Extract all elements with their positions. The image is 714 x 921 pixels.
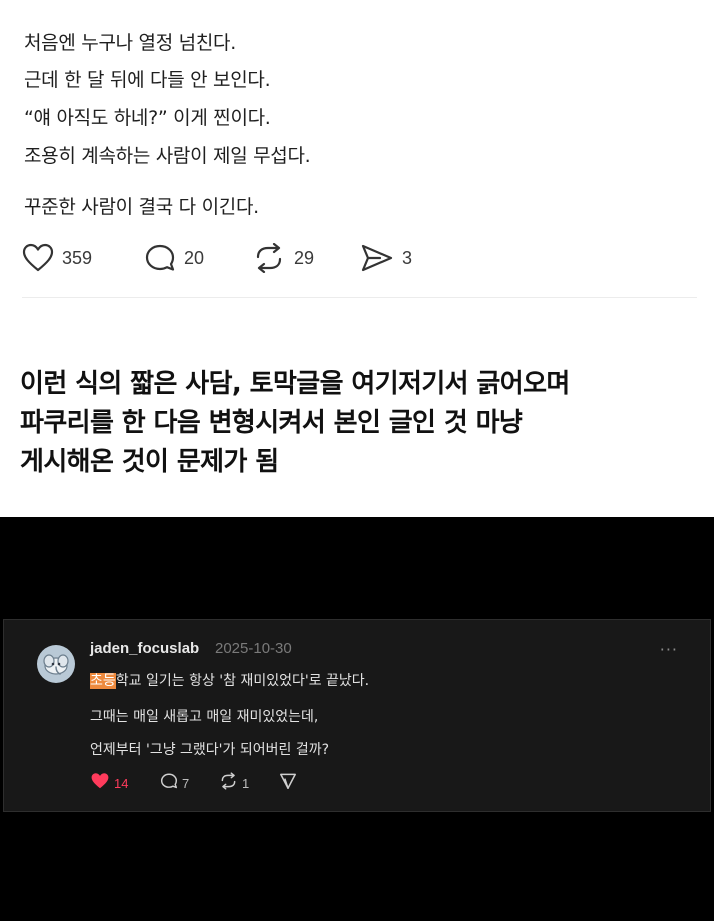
post-text-line: “얘 아직도 하네?” 이게 찐이다. [24, 107, 271, 129]
comment-text-line: 그때는 매일 새롭고 매일 재미있었는데, [90, 709, 319, 725]
avatar[interactable] [37, 645, 75, 683]
share-button[interactable] [279, 771, 297, 795]
comment-text-line: 초등학교 일기는 항상 '참 재미있었다'로 끝났다. [90, 670, 369, 690]
comment-card: jaden_focuslab 2025-10-30 ··· 초등학교 일기는 항… [3, 619, 711, 812]
share-button[interactable]: 3 [360, 240, 412, 276]
send-icon [360, 243, 394, 273]
repost-count: 29 [294, 247, 315, 268]
post-text-line: 처음엔 누구나 열정 넘친다. [24, 32, 236, 54]
heart-icon [22, 243, 54, 273]
comment-button[interactable]: 7 [160, 771, 189, 795]
comment-action-bar: 14 7 1 [90, 771, 350, 795]
post-text-line: 조용히 계속하는 사람이 제일 무섭다. [24, 145, 311, 167]
username[interactable]: jaden_focuslab [90, 640, 199, 657]
comment-count: 20 [184, 247, 205, 268]
post-date: 2025-10-30 [215, 640, 292, 657]
repost-button[interactable]: 29 [252, 240, 314, 276]
divider [22, 297, 697, 298]
comment-text: 학교 일기는 항상 '참 재미있었다'로 끝났다. [115, 673, 370, 689]
dark-screenshot-area: jaden_focuslab 2025-10-30 ··· 초등학교 일기는 항… [0, 517, 714, 921]
comment-count: 7 [182, 775, 190, 791]
post-screenshot: 처음엔 누구나 열정 넘친다. 근데 한 달 뒤에 다들 안 보인다. “얘 아… [0, 0, 714, 517]
like-count: 14 [114, 775, 129, 791]
caption-line: 이런 식의 짧은 사담, 토막글을 여기저기서 긁어오며 [20, 369, 570, 399]
post-action-bar: 359 20 29 3 [22, 240, 442, 276]
caption-line: 파쿠리를 한 다음 변형시켜서 본인 글인 것 마냥 [20, 408, 523, 438]
post-text-line: 근데 한 달 뒤에 다들 안 보인다. [24, 69, 271, 91]
like-button[interactable]: 359 [22, 240, 92, 276]
post-text-line: 꾸준한 사람이 결국 다 이긴다. [24, 196, 259, 218]
heart-filled-icon [90, 772, 110, 794]
share-count: 3 [402, 247, 413, 268]
comment-bubble-icon [160, 772, 178, 794]
more-options-button[interactable]: ··· [660, 640, 678, 659]
repost-icon [219, 772, 238, 794]
send-icon [279, 772, 297, 794]
comment-bubble-icon [144, 243, 176, 273]
repost-button[interactable]: 1 [219, 771, 249, 795]
like-count: 359 [62, 247, 93, 268]
repost-icon [252, 243, 286, 273]
comment-button[interactable]: 20 [144, 240, 204, 276]
repost-count: 1 [242, 775, 250, 791]
caption-line: 게시해온 것이 문제가 됨 [20, 447, 279, 477]
like-button[interactable]: 14 [90, 771, 128, 795]
comment-text-line: 언제부터 '그냥 그랬다'가 되어버린 걸까? [90, 742, 330, 758]
highlighted-text: 초등 [90, 673, 116, 689]
